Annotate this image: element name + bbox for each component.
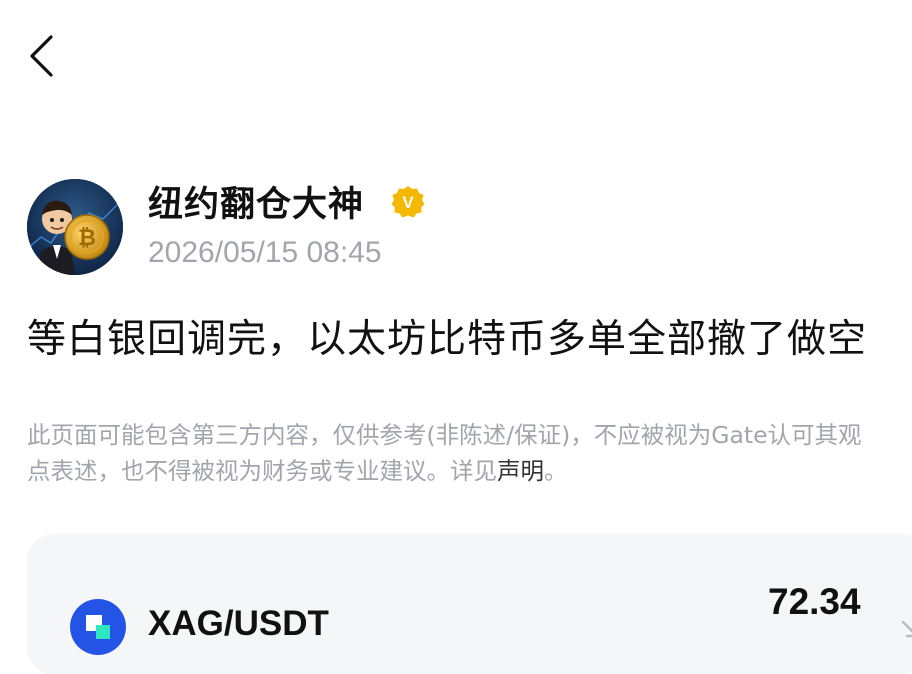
avatar[interactable]: ₿	[27, 179, 123, 275]
trend-arrow-icon	[901, 620, 912, 638]
back-button[interactable]	[22, 32, 66, 80]
ticker-price: 72.34	[768, 581, 861, 622]
ticker-symbol: XAG/USDT	[148, 604, 329, 643]
disclaimer: 此页面可能包含第三方内容，仅供参考(非陈述/保证)，不应被视为Gate认可其观 …	[27, 417, 912, 489]
disclaimer-line-2-text: 点表述，也不得被视为财务或专业建议。详见	[27, 457, 497, 485]
gate-logo-icon	[70, 599, 126, 655]
disclaimer-link[interactable]: 声明	[497, 457, 544, 485]
avatar-image: ₿	[27, 179, 123, 275]
author-header: ₿ 纽约翻仓大神 V 2026/05/15 08:45	[27, 179, 887, 275]
verified-letter: V	[402, 193, 414, 212]
post-timestamp: 2026/05/15 08:45	[148, 236, 382, 269]
disclaimer-line-2: 点表述，也不得被视为财务或专业建议。详见声明。	[27, 453, 912, 489]
svg-text:₿: ₿	[78, 226, 96, 251]
ticker-card[interactable]: XAG/USDT 72.34	[27, 534, 912, 674]
chevron-left-icon	[30, 35, 53, 77]
author-name[interactable]: 纽约翻仓大神	[148, 183, 364, 227]
verified-badge-icon: V	[391, 186, 425, 218]
post-content: 等白银回调完，以太坊比特币多单全部撤了做空	[27, 317, 868, 362]
disclaimer-line-1: 此页面可能包含第三方内容，仅供参考(非陈述/保证)，不应被视为Gate认可其观	[27, 421, 862, 449]
disclaimer-line-2-end: 。	[544, 457, 568, 485]
